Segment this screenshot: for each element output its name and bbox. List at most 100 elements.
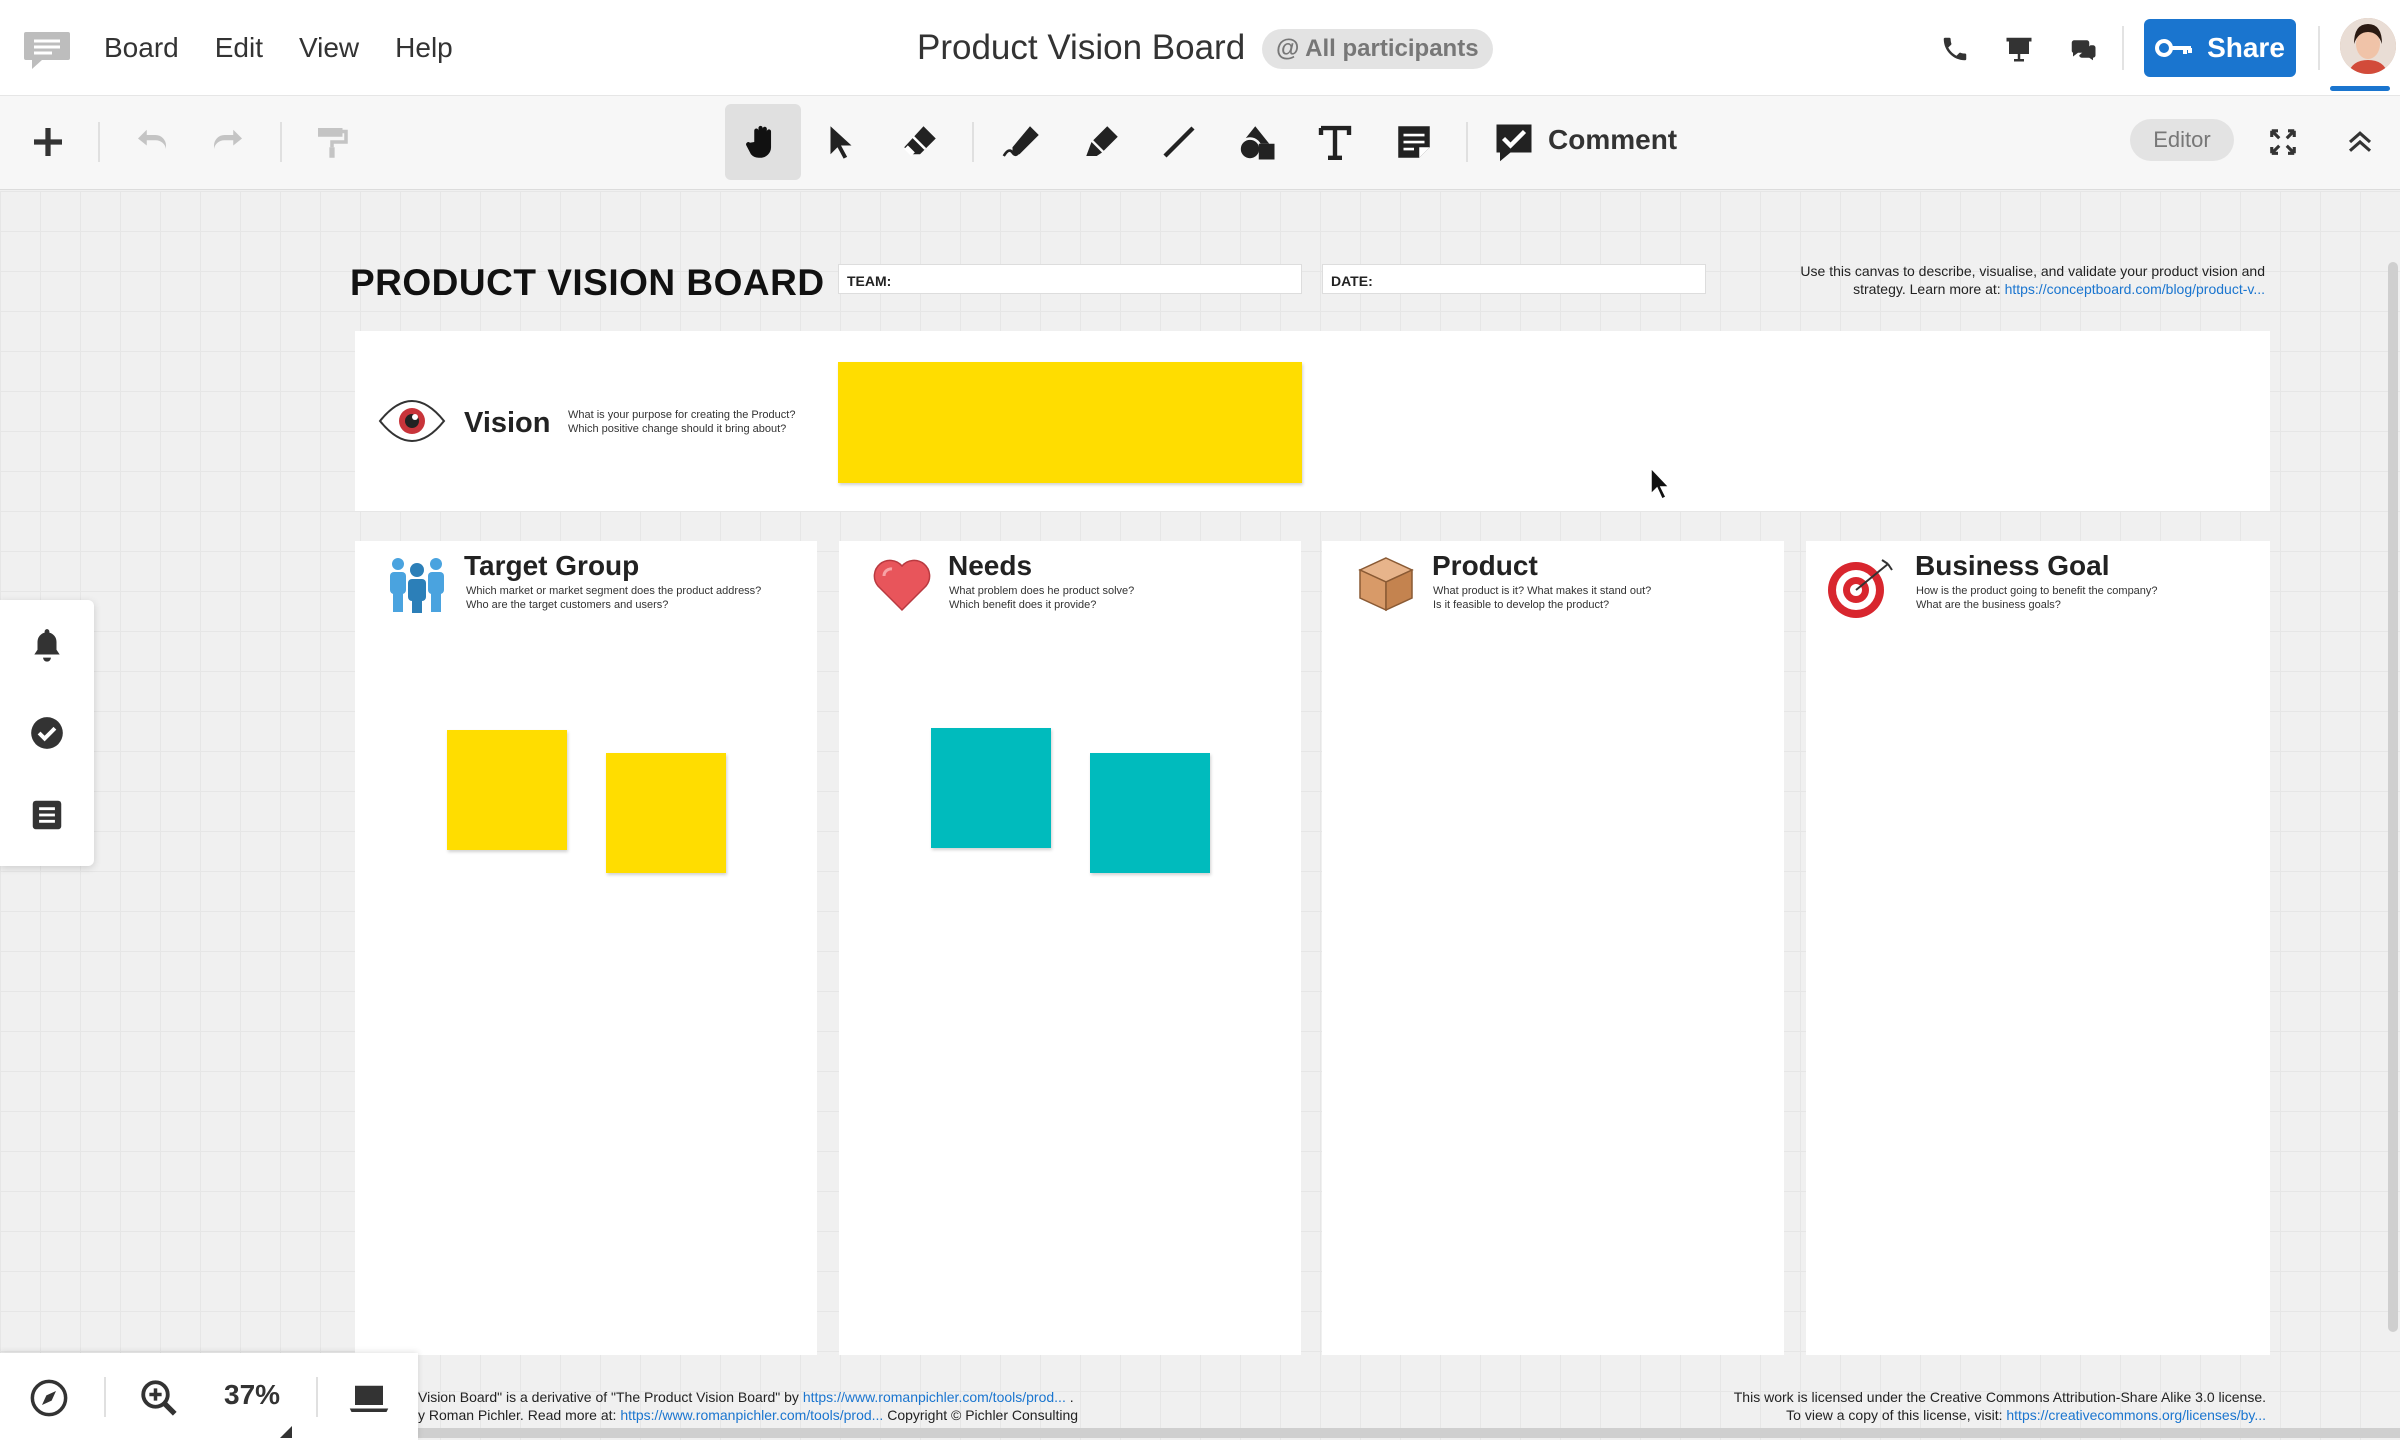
hand-tool[interactable] bbox=[725, 104, 801, 180]
divider bbox=[972, 122, 974, 162]
line-icon bbox=[1163, 126, 1195, 158]
line-tool[interactable] bbox=[1141, 104, 1217, 180]
main-menu: Board Edit View Help bbox=[104, 0, 489, 96]
select-tool[interactable] bbox=[803, 104, 879, 180]
product-desc-line-1: What product is it? What makes it stand … bbox=[1433, 585, 1652, 597]
needs-description: What problem does he product solve? Whic… bbox=[949, 584, 1134, 612]
target-icon bbox=[1828, 559, 1893, 618]
product-title: Product bbox=[1432, 550, 1538, 581]
attribution-link-1[interactable]: https://www.romanpichler.com/tools/prod.… bbox=[803, 1389, 1066, 1405]
business-goal-panel[interactable] bbox=[1806, 541, 2270, 1355]
comment-tool[interactable] bbox=[1476, 104, 1552, 180]
divider bbox=[2318, 26, 2320, 70]
product-desc-line-2: Is it feasible to develop the product? bbox=[1433, 599, 1610, 611]
product-panel[interactable] bbox=[1322, 541, 1784, 1355]
user-avatar-icon bbox=[2340, 18, 2396, 74]
redo-button[interactable] bbox=[190, 104, 266, 180]
share-button[interactable]: Share bbox=[2144, 19, 2296, 77]
collapse-toolbar-button[interactable] bbox=[2322, 104, 2398, 180]
needs-panel[interactable] bbox=[839, 541, 1301, 1355]
add-button[interactable] bbox=[10, 104, 86, 180]
text-icon bbox=[1318, 125, 1352, 160]
undo-button[interactable] bbox=[114, 104, 190, 180]
attribution-line-1: Vision Board" is a derivative of "The Pr… bbox=[418, 1388, 1078, 1406]
menu-board[interactable]: Board bbox=[104, 32, 179, 64]
sticky-note-tool[interactable] bbox=[1376, 104, 1452, 180]
intro-line-2-text: strategy. Learn more at: bbox=[1853, 281, 2005, 297]
highlighter-icon bbox=[1086, 126, 1118, 156]
presentation-icon[interactable] bbox=[2004, 34, 2034, 64]
team-field[interactable]: TEAM: bbox=[838, 264, 1302, 294]
list-icon[interactable] bbox=[28, 796, 66, 834]
comment-label[interactable]: Comment bbox=[1548, 124, 1677, 156]
horizontal-scrollbar[interactable] bbox=[418, 1428, 2400, 1438]
compass-icon[interactable] bbox=[28, 1377, 70, 1419]
eye-icon bbox=[378, 400, 446, 442]
people-icon bbox=[390, 558, 444, 613]
target-group-description: Which market or market segment does the … bbox=[466, 584, 761, 612]
divider bbox=[1466, 122, 1468, 162]
check-circle-icon[interactable] bbox=[28, 714, 66, 752]
license-line-1: This work is licensed under the Creative… bbox=[1733, 1389, 2266, 1405]
share-label: Share bbox=[2207, 32, 2285, 63]
divider bbox=[98, 122, 100, 162]
zoom-level[interactable]: 37% bbox=[224, 1379, 280, 1411]
sticky-note[interactable] bbox=[447, 730, 567, 850]
laptop-icon[interactable] bbox=[348, 1377, 390, 1419]
business-goal-desc-line-2: What are the business goals? bbox=[1916, 599, 2061, 611]
intro-text: Use this canvas to describe, visualise, … bbox=[1640, 262, 2265, 298]
target-group-panel[interactable] bbox=[355, 541, 817, 1355]
box-icon bbox=[1358, 557, 1414, 612]
attribution-line-1-end: . bbox=[1065, 1389, 1074, 1405]
divider bbox=[104, 1377, 106, 1417]
pen-tool[interactable] bbox=[985, 104, 1061, 180]
business-goal-desc-line-1: How is the product going to benefit the … bbox=[1916, 585, 2158, 597]
sticky-note[interactable] bbox=[1090, 753, 1210, 873]
menu-view[interactable]: View bbox=[299, 32, 359, 64]
fullscreen-icon bbox=[2270, 129, 2296, 155]
sticky-note[interactable] bbox=[838, 362, 1302, 483]
phone-icon[interactable] bbox=[1940, 34, 1970, 64]
paint-roller-icon bbox=[318, 128, 348, 158]
shapes-tool[interactable] bbox=[1219, 104, 1295, 180]
participants-badge[interactable]: @ All participants bbox=[1262, 29, 1493, 69]
bell-icon[interactable] bbox=[28, 626, 66, 664]
sticky-note[interactable] bbox=[606, 753, 726, 873]
sticky-note-icon bbox=[1398, 126, 1430, 158]
double-chevron-up-icon bbox=[2348, 131, 2372, 152]
target-group-title: Target Group bbox=[464, 550, 640, 581]
intro-line-1: Use this canvas to describe, visualise, … bbox=[1800, 263, 2265, 279]
editor-badge[interactable]: Editor bbox=[2130, 119, 2234, 161]
redo-icon bbox=[214, 129, 242, 149]
zoom-in-icon[interactable] bbox=[138, 1377, 180, 1419]
highlighter-tool[interactable] bbox=[1064, 104, 1140, 180]
vertical-scrollbar[interactable] bbox=[2388, 262, 2398, 1332]
active-user-indicator bbox=[2330, 86, 2390, 91]
license-link[interactable]: https://creativecommons.org/licenses/by.… bbox=[2006, 1407, 2266, 1423]
sticky-note[interactable] bbox=[931, 728, 1051, 848]
needs-title: Needs bbox=[948, 550, 1033, 581]
mouse-cursor-icon bbox=[1650, 466, 1671, 501]
format-painter-button[interactable] bbox=[294, 104, 370, 180]
zoom-menu-caret-icon[interactable] bbox=[280, 1426, 292, 1438]
toolbar: Comment Editor bbox=[0, 96, 2400, 190]
board-title[interactable]: Product Vision Board bbox=[917, 28, 1245, 68]
attribution-link-2[interactable]: https://www.romanpichler.com/tools/prod.… bbox=[620, 1407, 883, 1423]
chat-icon[interactable] bbox=[2068, 34, 2098, 64]
menu-help[interactable]: Help bbox=[395, 32, 453, 64]
intro-link[interactable]: https://conceptboard.com/blog/product-v.… bbox=[2005, 281, 2265, 297]
avatar[interactable] bbox=[2340, 18, 2396, 74]
text-tool[interactable] bbox=[1297, 104, 1373, 180]
license-text: This work is licensed under the Creative… bbox=[1400, 1388, 2266, 1424]
license-line-2: To view a copy of this license, visit: h… bbox=[1400, 1406, 2266, 1424]
hand-icon bbox=[746, 125, 772, 158]
fullscreen-button[interactable] bbox=[2245, 104, 2321, 180]
cursor-arrow-icon bbox=[830, 126, 852, 159]
team-label: TEAM: bbox=[847, 273, 892, 289]
menu-edit[interactable]: Edit bbox=[215, 32, 263, 64]
vision-description: What is your purpose for creating the Pr… bbox=[568, 408, 795, 436]
side-panel bbox=[0, 600, 94, 866]
attribution-left: Vision Board" is a derivative of "The Pr… bbox=[418, 1388, 1078, 1424]
eraser-tool[interactable] bbox=[882, 104, 958, 180]
conceptboard-logo-icon[interactable] bbox=[22, 28, 72, 72]
